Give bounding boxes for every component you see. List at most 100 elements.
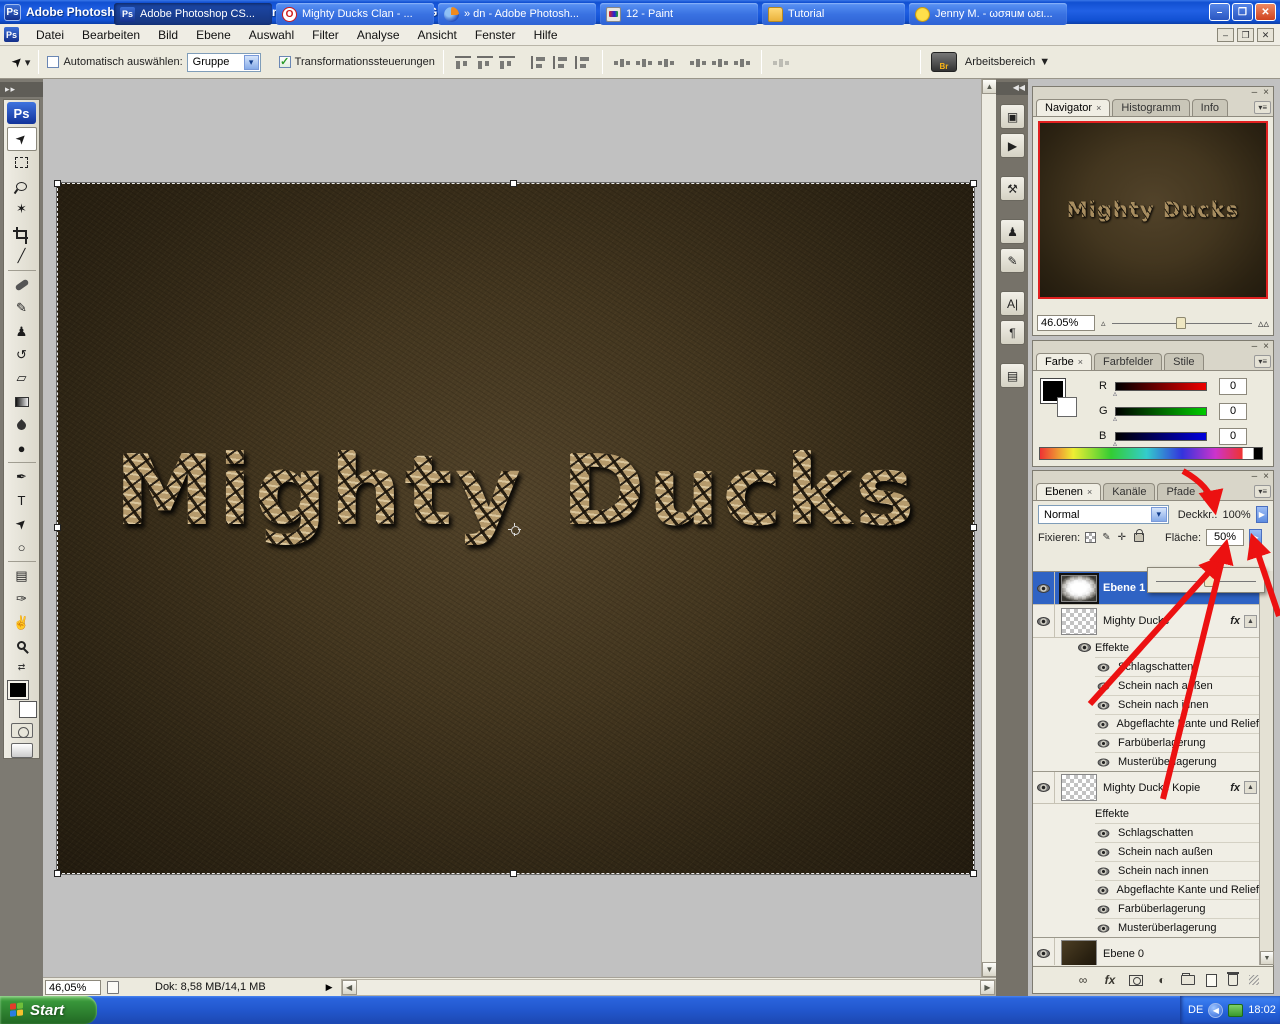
- fx-icon[interactable]: fx: [1230, 782, 1240, 794]
- opacity-value[interactable]: 100%: [1222, 509, 1250, 521]
- navigator-zoom-field[interactable]: 46.05%: [1037, 315, 1095, 331]
- path-selection-tool[interactable]: ➤: [7, 512, 37, 535]
- paragraph-panel-icon[interactable]: ¶: [1000, 320, 1025, 345]
- history-brush-tool[interactable]: ↺: [7, 343, 37, 366]
- quick-selection-tool[interactable]: ✶: [7, 198, 37, 221]
- transform-handle[interactable]: [54, 180, 61, 187]
- distribute-right-edges-icon[interactable]: [733, 55, 750, 69]
- scroll-up-icon[interactable]: ▲: [982, 79, 997, 94]
- panel-minimize-icon[interactable]: –: [1252, 87, 1258, 97]
- lock-pixels-icon[interactable]: ✎: [1102, 532, 1110, 543]
- fill-value-field[interactable]: 50%: [1206, 529, 1245, 546]
- eye-icon[interactable]: [1097, 681, 1110, 691]
- panel-close-icon[interactable]: ×: [1263, 341, 1269, 351]
- panel-menu-icon[interactable]: ▾≡: [1254, 355, 1271, 368]
- layer-row-mighty-ducks-kopie[interactable]: Mighty Ducks Kopie fx ▲: [1033, 771, 1259, 804]
- new-layer-icon[interactable]: [1206, 973, 1217, 987]
- taskbar-item-messenger[interactable]: Jenny M. - ωσяuм ωει...: [909, 3, 1067, 25]
- auto-select-checkbox[interactable]: [47, 56, 60, 68]
- gradient-tool[interactable]: [7, 390, 37, 413]
- background-color-swatch[interactable]: [18, 700, 37, 718]
- transform-reference-point[interactable]: [508, 523, 521, 536]
- transform-handle[interactable]: [510, 180, 517, 187]
- healing-brush-tool[interactable]: [7, 273, 37, 296]
- tool-presets-panel-icon[interactable]: ⚒: [1000, 176, 1025, 201]
- layer-effect-row[interactable]: Schein nach außen: [1095, 842, 1259, 861]
- distribute-top-edges-icon[interactable]: [613, 55, 630, 69]
- tab-close-icon[interactable]: ×: [1078, 357, 1083, 367]
- close-button[interactable]: ✕: [1255, 3, 1276, 21]
- taskbar-item-photoshop[interactable]: Ps Adobe Photoshop CS...: [114, 3, 272, 25]
- layer-row-mighty-ducks[interactable]: Mighty Ducks fx ▲: [1033, 605, 1259, 638]
- eye-icon[interactable]: [1097, 904, 1110, 914]
- tab-stile[interactable]: Stile: [1164, 353, 1204, 370]
- status-flyout-icon[interactable]: ▶: [326, 982, 333, 993]
- new-group-icon[interactable]: [1181, 973, 1195, 985]
- hand-tool[interactable]: ✌: [7, 611, 37, 634]
- layers-scrollbar[interactable]: ▼: [1259, 571, 1274, 965]
- clone-source-panel-icon[interactable]: ♟: [1000, 219, 1025, 244]
- distribute-vertical-centers-icon[interactable]: [635, 55, 652, 69]
- doc-minimize-button[interactable]: –: [1217, 27, 1234, 42]
- eye-icon[interactable]: [1037, 583, 1050, 593]
- scroll-left-icon[interactable]: ◀: [341, 979, 357, 995]
- panel-dock-expand-handle[interactable]: ◀◀: [996, 82, 1028, 95]
- canvas-vertical-scrollbar[interactable]: ▲ ▼: [981, 79, 997, 977]
- eye-icon[interactable]: [1097, 885, 1108, 895]
- language-indicator[interactable]: DE: [1188, 1004, 1203, 1016]
- eyedropper-tool[interactable]: ✑: [7, 587, 37, 610]
- visibility-cell[interactable]: [1033, 772, 1055, 803]
- blue-channel-value[interactable]: 0: [1219, 427, 1247, 445]
- menu-fenster[interactable]: Fenster: [466, 25, 525, 45]
- panel-minimize-icon[interactable]: –: [1252, 471, 1258, 481]
- effects-header-row[interactable]: Effekte: [1033, 804, 1259, 823]
- brushes-panel-icon[interactable]: ✎: [1000, 248, 1025, 273]
- lock-all-icon[interactable]: [1133, 529, 1144, 542]
- distribute-bottom-edges-icon[interactable]: [657, 55, 674, 69]
- layer-thumbnail[interactable]: [1059, 572, 1099, 604]
- menu-analyse[interactable]: Analyse: [348, 25, 409, 45]
- eye-icon[interactable]: [1097, 866, 1110, 876]
- auto-select-dropdown[interactable]: Gruppe ▾: [186, 52, 261, 72]
- background-color-swatch[interactable]: [1057, 397, 1077, 417]
- menu-bild[interactable]: Bild: [149, 25, 187, 45]
- eye-icon[interactable]: [1097, 719, 1108, 729]
- scroll-down-icon[interactable]: ▼: [1260, 951, 1274, 965]
- layer-effect-row[interactable]: Schein nach innen: [1095, 861, 1259, 880]
- dropdown-arrow-icon[interactable]: ▾: [243, 54, 259, 70]
- fill-slider-arrow[interactable]: ▶: [1249, 529, 1263, 546]
- tab-farbe[interactable]: Farbe ×: [1036, 353, 1093, 370]
- tab-ebenen[interactable]: Ebenen ×: [1036, 483, 1102, 500]
- layer-effect-row[interactable]: Musterüberlagerung: [1095, 918, 1259, 937]
- layer-effect-row[interactable]: Farbüberlagerung: [1095, 899, 1259, 918]
- tab-info[interactable]: Info: [1191, 99, 1228, 116]
- taskbar-item-tutorial[interactable]: Tutorial: [762, 3, 905, 25]
- actions-panel-icon[interactable]: ▶: [1000, 133, 1025, 158]
- taskbar-item-mighty-ducks-clan[interactable]: O Mighty Ducks Clan - ...: [276, 3, 434, 25]
- panel-close-icon[interactable]: ×: [1263, 471, 1269, 481]
- tab-kanaele[interactable]: Kanäle: [1103, 483, 1156, 500]
- eye-icon[interactable]: [1097, 923, 1110, 933]
- clone-stamp-tool[interactable]: ♟: [7, 320, 37, 343]
- slider-thumb-icon[interactable]: ▵: [1113, 389, 1117, 398]
- tab-histogramm[interactable]: Histogramm: [1112, 99, 1190, 116]
- panel-minimize-icon[interactable]: –: [1252, 341, 1258, 351]
- layer-effect-row[interactable]: Musterüberlagerung: [1095, 752, 1259, 771]
- transform-handle[interactable]: [510, 870, 517, 877]
- layer-effect-row[interactable]: Schein nach außen: [1095, 676, 1259, 695]
- scroll-down-icon[interactable]: ▼: [982, 962, 997, 977]
- panel-menu-icon[interactable]: ▾≡: [1254, 485, 1271, 498]
- workspace-arrow-icon[interactable]: ▼: [1039, 56, 1050, 68]
- eye-icon[interactable]: [1037, 616, 1050, 626]
- slider-thumb-icon[interactable]: ▵: [1113, 414, 1117, 423]
- eye-icon[interactable]: [1097, 828, 1110, 838]
- blue-channel-slider[interactable]: ▵: [1113, 431, 1207, 448]
- lock-transparency-icon[interactable]: [1085, 532, 1097, 543]
- eye-icon[interactable]: [1077, 643, 1091, 652]
- menu-auswahl[interactable]: Auswahl: [240, 25, 303, 45]
- eye-icon[interactable]: [1097, 757, 1110, 767]
- layer-effect-row[interactable]: Abgeflachte Kante und Relief: [1095, 714, 1259, 733]
- transform-controls-checkbox[interactable]: ✓: [278, 56, 291, 68]
- zoom-level-field[interactable]: 46,05%: [45, 979, 101, 995]
- eye-icon[interactable]: [1097, 847, 1110, 857]
